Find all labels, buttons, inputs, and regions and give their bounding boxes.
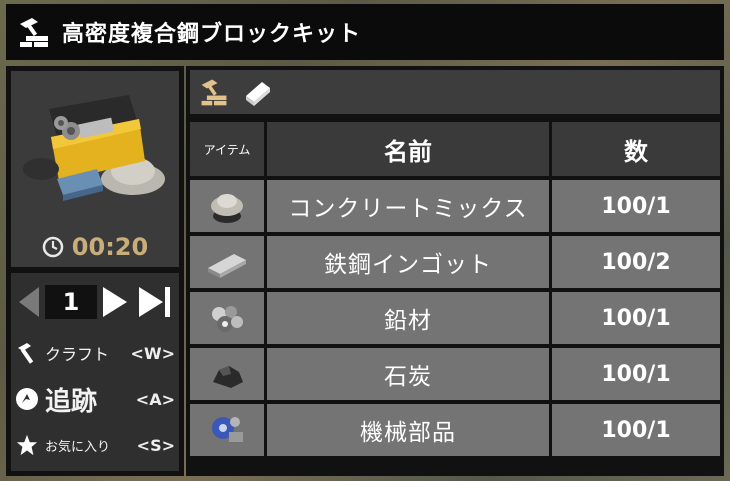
craft-controls: 1 クラフト <W> 追跡 <A> お気に入り <S> [11,273,179,471]
hammer-icon [15,341,39,365]
header-count: 数 [552,122,720,176]
ingredient-name: コンクリートミックス [267,180,552,232]
triangle-left-icon[interactable] [15,285,41,319]
favorite-label: お気に入り [45,439,111,455]
recipe-tabs [190,70,720,114]
recipe-sidebar: 00:20 1 クラフト <W> 追跡 <A> お気に入り <S> [6,66,184,476]
item-preview: 00:20 [11,71,179,267]
coal-icon [190,348,267,400]
star-icon [15,433,39,457]
track-button[interactable]: 追跡 <A> [15,379,175,419]
window-title: 高密度複合鋼ブロックキット [62,22,362,47]
steel-block-kit-image [23,95,165,201]
favorite-key: <S> [136,435,175,455]
crafting-workbench-icon [14,12,54,52]
ingredient-count: 100/1 [552,180,720,232]
table-row[interactable]: コンクリートミックス 100/1 [190,180,720,232]
track-key: <A> [135,389,175,409]
track-label: 追跡 [45,386,98,417]
ingredient-count: 100/1 [552,404,720,456]
triangle-right-icon[interactable] [101,285,131,319]
quantity-value[interactable]: 1 [45,285,97,319]
craft-label: クラフト [45,345,110,364]
ingredient-name: 鉄鋼インゴット [267,236,552,288]
quantity-selector: 1 [15,279,175,325]
craft-button[interactable]: クラフト <W> [15,333,175,373]
lead-icon [190,292,267,344]
table-row[interactable]: 機械部品 100/1 [190,404,720,456]
ingredient-count: 100/1 [552,292,720,344]
table-row[interactable]: 石炭 100/1 [190,348,720,400]
recipe-book-icon [246,82,270,106]
clock-icon [42,236,64,258]
table-row[interactable]: 鉛材 100/1 [190,292,720,344]
title-bar: 高密度複合鋼ブロックキット [6,4,724,60]
ingredient-count: 100/1 [552,348,720,400]
ingredients-table: アイテム 名前 数 コンクリートミックス 100/1 鉄鋼インゴット 100/2 [190,118,720,460]
ingredients-panel: アイテム 名前 数 コンクリートミックス 100/1 鉄鋼インゴット 100/2 [186,66,724,476]
table-header: アイテム 名前 数 [190,122,720,176]
ingredient-count: 100/2 [552,236,720,288]
table-row[interactable]: 鉄鋼インゴット 100/2 [190,236,720,288]
concrete-mix-icon [190,180,267,232]
header-item: アイテム [190,122,267,176]
craft-timer: 00:20 [11,233,179,261]
machine-parts-icon [190,404,267,456]
track-icon [15,387,39,411]
ingredient-name: 機械部品 [267,404,552,456]
skip-to-max-icon[interactable] [137,285,173,319]
tab-description[interactable] [238,74,274,110]
craft-key: <W> [130,343,175,363]
ingredient-name: 石炭 [267,348,552,400]
ingredient-name: 鉛材 [267,292,552,344]
steel-ingot-icon [190,236,267,288]
tab-ingredients[interactable] [196,74,232,110]
header-name: 名前 [267,122,552,176]
favorite-button[interactable]: お気に入り <S> [15,425,175,465]
crafting-workbench-icon [201,79,227,106]
craft-time-label: 00:20 [71,233,149,261]
